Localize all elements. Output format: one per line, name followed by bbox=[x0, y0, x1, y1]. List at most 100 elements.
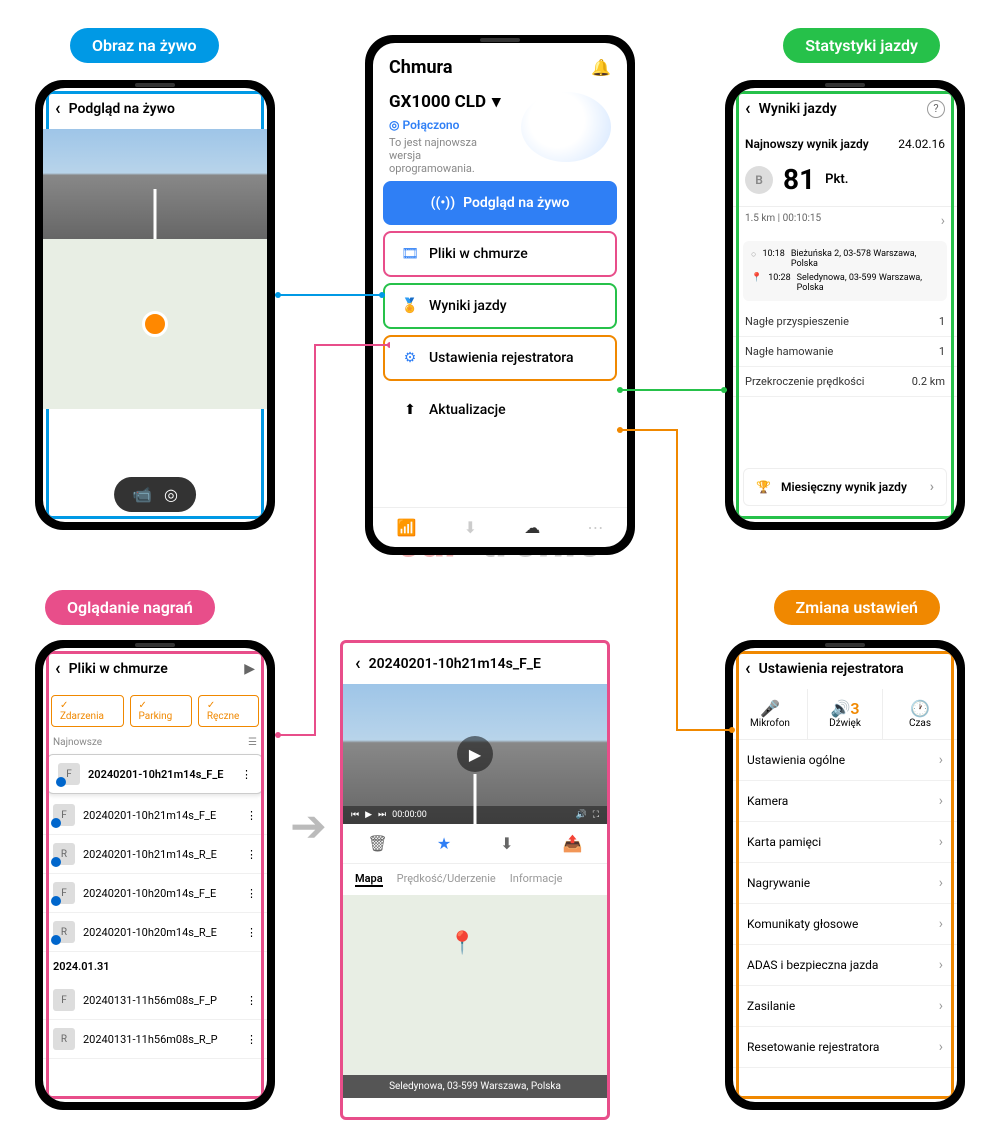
play-icon[interactable]: ▶ bbox=[244, 661, 255, 677]
phone-playback: ‹20240201-10h21m14s_F_E ▶ ⏮▶⏭00:00:00🔊⛶ … bbox=[340, 640, 610, 1120]
video-controls[interactable]: ⏮▶⏭00:00:00🔊⛶ bbox=[343, 806, 607, 824]
tab-speed[interactable]: Prędkość/Uderzenie bbox=[397, 872, 496, 887]
phone-live: ‹Podgląd na żywo 📹◎ bbox=[35, 80, 275, 530]
video-player[interactable]: ▶ ⏮▶⏭00:00:00🔊⛶ bbox=[343, 684, 607, 824]
file-thumb: F bbox=[53, 804, 75, 826]
play-button[interactable]: ▶ bbox=[457, 736, 493, 772]
filter-parking[interactable]: ✓ Parking bbox=[130, 695, 192, 727]
file-thumb: F bbox=[58, 763, 80, 785]
live-preview-button[interactable]: ((•))Podgląd na żywo bbox=[383, 181, 617, 225]
more-icon[interactable]: ⋮ bbox=[246, 887, 257, 900]
page-title: Chmura bbox=[389, 57, 452, 78]
time-toggle[interactable]: 🕐Czas bbox=[883, 689, 957, 739]
more-icon[interactable]: ⋮ bbox=[241, 768, 252, 781]
fullscreen-icon[interactable]: ⛶ bbox=[593, 810, 599, 820]
clock-icon: 🕐 bbox=[887, 699, 953, 718]
connection-status: ◎ Połączono bbox=[389, 118, 501, 132]
latest-label: Najnowszy wynik jazdy bbox=[745, 137, 869, 151]
film-icon: 🎞 bbox=[399, 243, 421, 265]
broadcast-icon: ((•)) bbox=[431, 195, 456, 211]
settings-memory[interactable]: Karta pamięci› bbox=[733, 822, 957, 863]
bottom-tabs: 📶 ⬇ ☁ ⋯ bbox=[373, 507, 627, 547]
trip-distance: 1.5 km bbox=[745, 213, 775, 224]
updates-button[interactable]: ⬆Aktualizacje bbox=[383, 387, 617, 433]
file-row[interactable]: R20240201-10h20m14s_R_E⋮ bbox=[43, 913, 267, 952]
tab-map[interactable]: Mapa bbox=[355, 872, 383, 887]
phone-files: ‹Pliki w chmurze▶ ✓ Zdarzenia ✓ Parking … bbox=[35, 640, 275, 1110]
live-map[interactable] bbox=[43, 239, 267, 409]
phone-settings: ‹Ustawienia rejestratora 🎤Mikrofon 🔊3Dźw… bbox=[725, 640, 965, 1110]
device-selector[interactable]: GX1000 CLD▾ bbox=[389, 92, 501, 112]
more-icon[interactable]: ⋯ bbox=[587, 518, 603, 537]
back-icon[interactable]: ‹ bbox=[745, 658, 751, 679]
shutter-icon[interactable]: ◎ bbox=[164, 485, 178, 504]
settings-voice[interactable]: Komunikaty głosowe› bbox=[733, 904, 957, 945]
chevron-right-icon[interactable]: › bbox=[941, 213, 945, 229]
trip-addresses[interactable]: ○10:18Bieżuńska 2, 03-578 Warszawa, Pols… bbox=[743, 241, 947, 301]
firmware-msg: To jest najnowsza wersja oprogramowania. bbox=[389, 136, 499, 175]
more-icon[interactable]: ⋮ bbox=[246, 994, 257, 1007]
help-icon[interactable]: ? bbox=[927, 100, 945, 118]
cloud-files-button[interactable]: 🎞Pliki w chmurze bbox=[383, 231, 617, 277]
settings-camera[interactable]: Kamera› bbox=[733, 781, 957, 822]
live-video[interactable] bbox=[43, 129, 267, 239]
gear-icon: ⚙ bbox=[399, 347, 421, 369]
location-marker bbox=[142, 311, 168, 337]
monthly-score-button[interactable]: 🏆Miesięczny wynik jazdy› bbox=[743, 468, 947, 506]
bell-icon[interactable]: 🔔 bbox=[591, 58, 611, 77]
download-icon[interactable]: ⬇ bbox=[464, 518, 477, 537]
settings-general[interactable]: Ustawienia ogólne› bbox=[733, 740, 957, 781]
more-icon[interactable]: ⋮ bbox=[246, 848, 257, 861]
filter-events[interactable]: ✓ Zdarzenia bbox=[51, 695, 124, 727]
file-row[interactable]: F20240131-11h56m08s_F_P⋮ bbox=[43, 981, 267, 1020]
tab-info[interactable]: Informacje bbox=[510, 872, 563, 887]
file-row[interactable]: F20240201-10h20m14s_F_E⋮ bbox=[43, 874, 267, 913]
settings-power[interactable]: Zasilanie› bbox=[733, 986, 957, 1027]
prev-icon[interactable]: ⏮ bbox=[351, 810, 359, 820]
more-icon[interactable]: ⋮ bbox=[246, 1033, 257, 1046]
playback-map[interactable]: 📍 bbox=[343, 895, 607, 1075]
back-icon[interactable]: ‹ bbox=[55, 658, 61, 679]
camera-controls[interactable]: 📹◎ bbox=[114, 477, 196, 512]
back-icon[interactable]: ‹ bbox=[745, 98, 751, 119]
more-icon[interactable]: ⋮ bbox=[246, 926, 257, 939]
file-row[interactable]: R20240131-11h56m08s_R_P⋮ bbox=[43, 1020, 267, 1059]
file-row[interactable]: F20240201-10h21m14s_F_E⋮ bbox=[43, 796, 267, 835]
download-icon[interactable]: ⬇ bbox=[500, 834, 513, 853]
file-row[interactable]: R20240201-10h21m14s_R_E⋮ bbox=[43, 835, 267, 874]
share-icon[interactable]: 📤 bbox=[563, 834, 583, 853]
more-icon[interactable]: ⋮ bbox=[246, 809, 257, 822]
file-thumb: R bbox=[53, 921, 75, 943]
upload-icon: ⬆ bbox=[399, 399, 421, 421]
medal-icon: 🏅 bbox=[399, 295, 421, 317]
file-thumb: R bbox=[53, 843, 75, 865]
map-address: Seledynowa, 03-599 Warszawa, Polska bbox=[343, 1075, 607, 1098]
camera-icon[interactable]: 📹 bbox=[132, 485, 152, 504]
trash-icon[interactable]: 🗑 bbox=[368, 834, 388, 853]
wifi-icon[interactable]: 📶 bbox=[397, 518, 417, 537]
filter-manual[interactable]: ✓ Ręczne bbox=[198, 695, 259, 727]
driving-results-button[interactable]: 🏅Wyniki jazdy bbox=[383, 283, 617, 329]
back-icon[interactable]: ‹ bbox=[355, 653, 361, 674]
header: ‹Podgląd na żywo bbox=[43, 88, 267, 129]
sort-icon[interactable]: ☰ bbox=[248, 737, 257, 748]
next-icon[interactable]: ⏭ bbox=[378, 810, 386, 820]
settings-button[interactable]: ⚙Ustawienia rejestratora bbox=[383, 335, 617, 381]
volume-icon[interactable]: 🔊 bbox=[575, 810, 586, 820]
settings-adas[interactable]: ADAS i bezpieczna jazda› bbox=[733, 945, 957, 986]
settings-recording[interactable]: Nagrywanie› bbox=[733, 863, 957, 904]
settings-reset[interactable]: Resetowanie rejestratora› bbox=[733, 1027, 957, 1068]
sort-label[interactable]: Najnowsze bbox=[53, 737, 102, 748]
mic-toggle[interactable]: 🎤Mikrofon bbox=[733, 689, 808, 739]
file-row-selected[interactable]: F20240201-10h21m14s_F_E⋮ bbox=[47, 754, 263, 794]
sound-toggle[interactable]: 🔊3Dźwięk bbox=[808, 689, 883, 739]
latest-date: 24.02.16 bbox=[898, 137, 945, 151]
back-icon[interactable]: ‹ bbox=[55, 98, 61, 119]
detail-tabs: Mapa Prędkość/Uderzenie Informacje bbox=[343, 864, 607, 895]
label-stats: Statystyki jazdy bbox=[783, 28, 940, 63]
page-title: Wyniki jazdy bbox=[759, 101, 837, 117]
play-icon[interactable]: ▶ bbox=[365, 810, 372, 820]
cloud-tab-icon[interactable]: ☁ bbox=[524, 518, 540, 537]
star-icon[interactable]: ★ bbox=[437, 834, 451, 853]
stat-speed: Przekroczenie prędkości0.2 km bbox=[733, 367, 957, 397]
